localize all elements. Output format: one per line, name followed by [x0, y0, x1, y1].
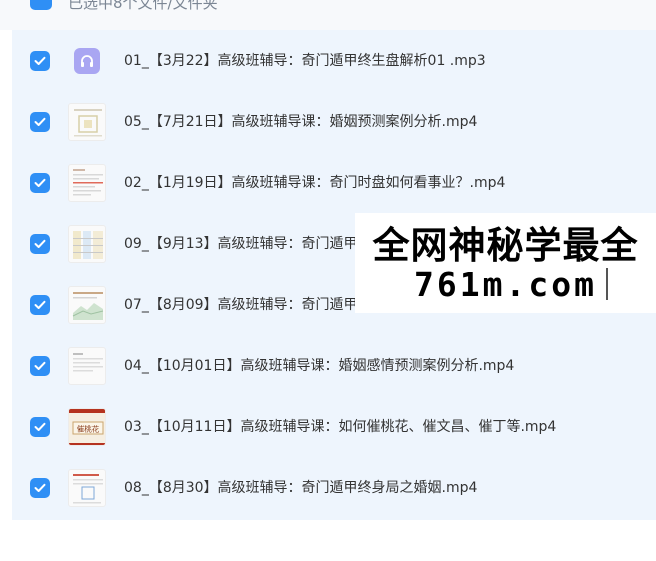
row-checkbox[interactable] — [30, 478, 50, 498]
video-thumbnail — [68, 164, 106, 202]
document-preview-icon: 催桃花 — [69, 409, 105, 445]
video-thumbnail: 催桃花 — [68, 408, 106, 446]
file-name: 02_【1月19日】高级班辅导课：奇门时盘如何看事业？.mp4 — [124, 175, 506, 191]
row-checkbox[interactable] — [30, 356, 50, 376]
file-name: 08_【8月30】高级班辅导：奇门遁甲终身局之婚姻.mp4 — [124, 480, 478, 496]
document-preview-icon — [73, 169, 103, 196]
checkmark-icon — [34, 422, 46, 431]
selection-count-label: 已选中8个文件/文件夹 — [68, 0, 218, 12]
video-thumbnail — [68, 225, 106, 263]
watermark-title: 全网神秘学最全 — [372, 224, 639, 267]
file-name: 09_【9月13】高级班辅导：奇门遁甲 — [124, 236, 358, 252]
text-cursor — [606, 268, 608, 300]
headphones-icon — [81, 55, 93, 67]
file-name: 05_【7月21日】高级班辅导课：婚姻预测案例分析.mp4 — [124, 114, 478, 130]
video-thumbnail — [68, 347, 106, 385]
file-row[interactable]: 08_【8月30】高级班辅导：奇门遁甲终身局之婚姻.mp4 — [12, 457, 656, 518]
video-thumbnail — [68, 286, 106, 324]
select-all-checkbox[interactable] — [30, 0, 52, 10]
file-row[interactable]: 05_【7月21日】高级班辅导课：婚姻预测案例分析.mp4 — [12, 91, 656, 152]
checkmark-icon — [34, 483, 46, 492]
checkmark-icon — [34, 117, 46, 126]
row-checkbox[interactable] — [30, 417, 50, 437]
row-checkbox[interactable] — [30, 51, 50, 71]
document-preview-icon — [73, 353, 103, 372]
video-thumbnail — [68, 469, 106, 507]
file-row[interactable]: 01_【3月22】高级班辅导：奇门遁甲终生盘解析01 .mp3 — [12, 30, 656, 91]
document-preview-icon — [73, 231, 103, 259]
document-preview-icon — [72, 292, 104, 320]
file-row[interactable]: 02_【1月19日】高级班辅导课：奇门时盘如何看事业？.mp4 — [12, 152, 656, 213]
audio-file-icon — [74, 48, 100, 74]
file-name: 04_【10月01日】高级班辅导课：婚姻感情预测案例分析.mp4 — [124, 358, 515, 374]
checkmark-icon — [34, 239, 46, 248]
selection-header: 已选中8个文件/文件夹 — [0, 0, 656, 30]
checkmark-icon — [34, 361, 46, 370]
watermark-url: 761m.com — [414, 265, 597, 304]
row-checkbox[interactable] — [30, 112, 50, 132]
file-row[interactable]: 04_【10月01日】高级班辅导课：婚姻感情预测案例分析.mp4 — [12, 335, 656, 396]
row-checkbox[interactable] — [30, 173, 50, 193]
checkmark-icon — [34, 178, 46, 187]
document-preview-icon — [73, 474, 103, 504]
video-thumbnail — [68, 103, 106, 141]
file-name: 03_【10月11日】高级班辅导课：如何催桃花、催文昌、催丁等.mp4 — [124, 419, 557, 435]
file-name: 01_【3月22】高级班辅导：奇门遁甲终生盘解析01 .mp3 — [124, 53, 486, 69]
document-preview-icon — [74, 109, 102, 137]
file-name: 07_【8月09】高级班辅导：奇门遁甲 — [124, 297, 358, 313]
row-checkbox[interactable] — [30, 295, 50, 315]
row-checkbox[interactable] — [30, 234, 50, 254]
watermark-overlay: 全网神秘学最全 761m.com — [355, 213, 656, 313]
checkmark-icon — [34, 300, 46, 309]
thumbnail-text: 催桃花 — [77, 424, 100, 434]
file-row[interactable]: 催桃花 03_【10月11日】高级班辅导课：如何催桃花、催文昌、催丁等.mp4 — [12, 396, 656, 457]
checkmark-icon — [34, 56, 46, 65]
